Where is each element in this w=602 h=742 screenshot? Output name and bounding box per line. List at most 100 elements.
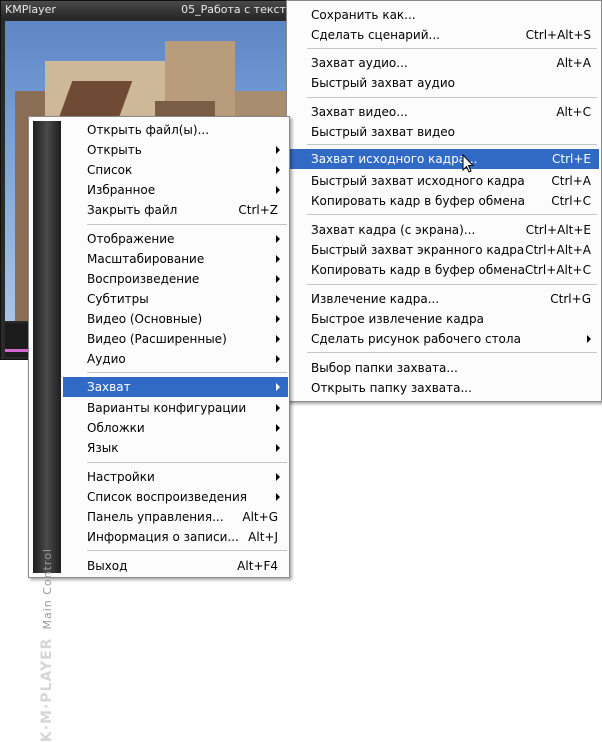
main-menu-item[interactable]: Захват [63, 377, 288, 397]
capture-submenu: Сохранить как... Сделать сценарий... Ctrl+… [286, 0, 602, 402]
submenu-arrow-icon [276, 295, 280, 303]
capture-menu-item-label: Выбор папки захвата... [311, 361, 458, 375]
main-menu-item-label: Список воспроизведения [87, 490, 248, 504]
submenu-arrow-icon [587, 335, 591, 343]
menu-separator [87, 372, 287, 373]
submenu-arrow-icon [276, 186, 280, 194]
capture-menu-item-shortcut: Alt+C [556, 105, 591, 119]
main-menu-item-shortcut: Alt+G [242, 510, 278, 524]
kmplayer-side-banner: K·M·PLAYER Main Control [33, 121, 61, 742]
submenu-arrow-icon [276, 493, 280, 501]
main-menu-item-label: Избранное [87, 183, 156, 197]
submenu-arrow-icon [276, 315, 280, 323]
menu-separator [307, 97, 597, 98]
capture-menu-item-label: Сделать сценарий... [311, 28, 440, 42]
capture-menu-item-label: Быстрый захват видео [311, 125, 455, 139]
capture-menu-item[interactable]: Открыть папку захвата... [289, 378, 599, 398]
submenu-arrow-icon [276, 383, 280, 391]
capture-menu-item-shortcut: Alt+A [556, 56, 591, 70]
main-menu-item[interactable]: Открыть файл(ы)... [63, 120, 288, 140]
capture-menu-item[interactable]: Выбор папки захвата... [289, 358, 599, 378]
main-menu-item[interactable]: Избранное [63, 180, 288, 200]
main-menu-item[interactable]: Субтитры [63, 289, 288, 309]
main-menu-item-label: Открыть [87, 143, 142, 157]
main-context-menu: K·M·PLAYER Main Control Открыть файл(ы)..… [28, 116, 290, 742]
capture-menu-item-shortcut: Ctrl+Alt+C [524, 263, 591, 277]
main-menu-item-label: Настройки [87, 470, 155, 484]
capture-menu-item-shortcut: Ctrl+E [552, 152, 591, 166]
capture-menu-item[interactable]: Быстрый захват видео [289, 122, 599, 142]
capture-menu-item[interactable]: Быстрый захват аудио [289, 73, 599, 93]
capture-menu-item[interactable]: Сделать рисунок рабочего стола [289, 329, 599, 349]
capture-menu-item-label: Захват видео... [311, 105, 408, 119]
capture-menu-item-label: Захват кадра (с экрана)... [311, 223, 476, 237]
main-menu-item-label: Список [87, 163, 133, 177]
main-menu-item-label: Закрыть файл [87, 203, 178, 217]
submenu-arrow-icon [276, 404, 280, 412]
main-menu-item[interactable]: Список [63, 160, 288, 180]
capture-menu-item[interactable]: Захват аудио... Alt+A [289, 53, 599, 73]
main-menu-item[interactable]: Выход Alt+F4 [63, 556, 288, 576]
main-menu-item[interactable]: Аудио [63, 349, 288, 369]
main-menu-item[interactable]: Воспроизведение [63, 269, 288, 289]
main-menu-item[interactable]: Панель управления... Alt+G [63, 507, 288, 527]
capture-menu-item-label: Быстрое извлечение кадра [311, 312, 484, 326]
capture-menu-item[interactable]: Захват кадра (с экрана)... Ctrl+Alt+E [289, 220, 599, 240]
main-menu-item[interactable]: Обложки [63, 418, 288, 438]
main-menu-item-label: Отображение [87, 232, 175, 246]
main-menu-item-label: Захват [87, 380, 131, 394]
capture-menu-item-label: Извлечение кадра... [311, 292, 440, 306]
main-menu-item[interactable]: Информация о записи... Alt+J [63, 527, 288, 547]
main-menu-item-label: Видео (Расширенные) [87, 332, 227, 346]
capture-menu-item[interactable]: Быстрый захват экранного кадра Ctrl+Alt+A [289, 240, 599, 260]
main-menu-item[interactable]: Отображение [63, 229, 288, 249]
menu-separator [87, 462, 287, 463]
capture-menu-item-label: Открыть папку захвата... [311, 381, 472, 395]
capture-menu-item-shortcut: Ctrl+C [551, 194, 591, 208]
main-menu-item-label: Информация о записи... [87, 530, 239, 544]
capture-menu-item[interactable]: Сделать сценарий... Ctrl+Alt+S [289, 25, 599, 45]
main-menu-item[interactable]: Настройки [63, 467, 288, 487]
submenu-arrow-icon [276, 275, 280, 283]
main-menu-item[interactable]: Язык [63, 438, 288, 458]
main-menu-item-label: Открыть файл(ы)... [87, 123, 210, 137]
main-menu-item-label: Масштабирование [87, 252, 205, 266]
brand-text: K·M·PLAYER [39, 637, 55, 742]
capture-menu-item-label: Захват исходного кадра... [311, 152, 478, 166]
capture-menu-item[interactable]: Извлечение кадра... Ctrl+G [289, 289, 599, 309]
menu-separator [307, 144, 597, 145]
main-menu-item[interactable]: Список воспроизведения [63, 487, 288, 507]
main-menu-item[interactable]: Видео (Основные) [63, 309, 288, 329]
capture-menu-item[interactable]: Захват видео... Alt+C [289, 102, 599, 122]
capture-menu-item[interactable]: Сохранить как... [289, 5, 599, 25]
main-menu-item-label: Выход [87, 559, 128, 573]
main-menu-item[interactable]: Видео (Расширенные) [63, 329, 288, 349]
submenu-arrow-icon [276, 355, 280, 363]
main-menu-item[interactable]: Закрыть файл Ctrl+Z [63, 200, 288, 220]
capture-menu-item[interactable]: Захват исходного кадра... Ctrl+E [289, 149, 599, 169]
capture-menu-item-label: Быстрый захват исходного кадра [311, 174, 525, 188]
capture-menu-item[interactable]: Копировать кадр в буфер обмена Ctrl+C [289, 191, 599, 211]
main-menu-item-label: Варианты конфигурации [87, 401, 247, 415]
main-menu-item[interactable]: Открыть [63, 140, 288, 160]
main-menu-item-label: Язык [87, 441, 119, 455]
capture-menu-item-shortcut: Ctrl+Alt+A [525, 243, 591, 257]
side-banner-text: K·M·PLAYER Main Control [39, 548, 56, 742]
capture-menu-item[interactable]: Копировать кадр в буфер обмена Ctrl+Alt+C [289, 260, 599, 280]
brand-subtext: Main Control [41, 548, 54, 630]
main-menu-item[interactable]: Варианты конфигурации [63, 398, 288, 418]
capture-menu-item-label: Копировать кадр в буфер обмена [311, 263, 525, 277]
capture-menu-item[interactable]: Быстрое извлечение кадра [289, 309, 599, 329]
capture-menu-item-label: Копировать кадр в буфер обмена [311, 194, 525, 208]
player-titlebar[interactable]: KMPlayer 05_Работа с текстом [1, 1, 309, 19]
capture-menu-item[interactable]: Быстрый захват исходного кадра Ctrl+A [289, 171, 599, 191]
submenu-arrow-icon [276, 166, 280, 174]
main-menu-item[interactable]: Масштабирование [63, 249, 288, 269]
submenu-arrow-icon [276, 255, 280, 263]
main-menu-item-label: Панель управления... [87, 510, 224, 524]
submenu-arrow-icon [276, 146, 280, 154]
menu-separator [307, 284, 597, 285]
capture-menu-item-shortcut: Ctrl+A [551, 174, 591, 188]
capture-menu-item-shortcut: Ctrl+Alt+E [525, 223, 591, 237]
submenu-arrow-icon [276, 335, 280, 343]
